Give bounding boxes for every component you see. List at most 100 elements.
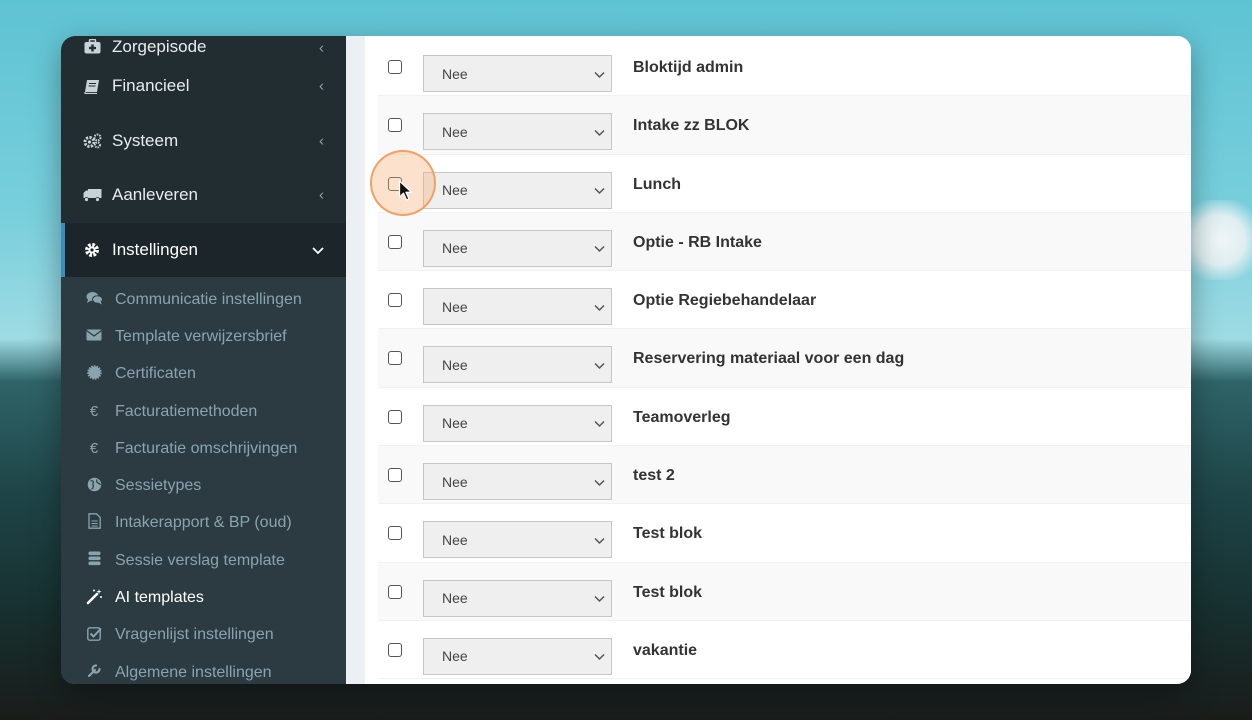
row-select[interactable]: Nee (423, 229, 612, 267)
submenu-item-label: Facturatie omschrijvingen (115, 439, 298, 457)
globe-icon (85, 477, 103, 496)
chevron-left-icon: ‹ (319, 77, 324, 95)
chevron-down-icon (594, 591, 605, 606)
row-select[interactable]: Nee (423, 579, 612, 617)
gears-icon (82, 132, 102, 150)
content-panel: Nee Bloktijd admin Nee Intake zz BLOK Ne… (365, 36, 1191, 684)
chevron-down-icon (594, 299, 605, 314)
submenu-item-intakerapport[interactable]: Intakerapport & BP (oud) (61, 505, 346, 542)
chevron-down-icon (594, 474, 605, 489)
row-label: Reservering materiaal voor een dag (633, 350, 905, 368)
submenu-item-communicatie[interactable]: Communicatie instellingen (61, 281, 346, 318)
submenu-item-facturatie-omschrijvingen[interactable]: € Facturatie omschrijvingen (61, 430, 346, 467)
row-select[interactable]: Nee (423, 113, 612, 151)
row-checkbox[interactable] (388, 60, 402, 74)
row-checkbox[interactable] (388, 584, 402, 599)
submenu-item-sessietypes[interactable]: Sessietypes (61, 467, 346, 504)
select-value: Nee (442, 648, 468, 665)
submenu-item-label: Vragenlijst instellingen (115, 626, 274, 644)
submenu-item-algemene-instellingen[interactable]: Algemene instellingen (61, 654, 346, 684)
sidebar-item-financieel[interactable]: Financieel ‹ (61, 59, 346, 114)
row-label: Test blok (633, 525, 703, 543)
submenu-item-label: Algemene instellingen (115, 663, 272, 681)
table-row: Nee Teamoverleg (378, 388, 1191, 447)
euro-icon: € (89, 440, 99, 458)
row-checkbox[interactable] (388, 526, 402, 541)
table-row: Nee Intake zz BLOK (378, 96, 1191, 155)
row-checkbox[interactable] (388, 351, 402, 366)
submenu-item-facturatiemethoden[interactable]: € Facturatiemethoden (61, 393, 346, 430)
select-value: Nee (442, 123, 468, 140)
row-checkbox[interactable] (388, 468, 402, 483)
row-select[interactable]: Nee (423, 463, 612, 501)
file-icon (85, 513, 103, 533)
submenu-item-template-verwijzersbrief[interactable]: Template verwijzersbrief (61, 318, 346, 355)
select-value: Nee (442, 65, 468, 82)
chevron-down-icon (594, 357, 605, 372)
select-value: Nee (442, 473, 468, 490)
chevron-left-icon: ‹ (319, 39, 324, 57)
submenu-item-label: Facturatiemethoden (115, 402, 258, 420)
chevron-down-icon (312, 241, 324, 258)
comments-icon (85, 291, 103, 309)
submenu-item-sessie-verslag-template[interactable]: Sessie verslag template (61, 542, 346, 579)
mouse-cursor-icon (398, 180, 413, 201)
sidebar-item-aanleveren[interactable]: Aanleveren ‹ (61, 168, 346, 223)
row-label: Lunch (633, 175, 681, 193)
sidebar-main-menu: Zorgepisode ‹ Financieel ‹ Systeem ‹ Aan… (61, 36, 346, 684)
chevron-down-icon (594, 649, 605, 664)
gear-icon (82, 241, 102, 259)
row-label: Optie Regiebehandelaar (633, 292, 817, 310)
table-row: Nee Test blok (378, 562, 1191, 621)
submenu-item-label: Template verwijzersbrief (115, 327, 287, 345)
row-select[interactable]: Nee (423, 288, 612, 326)
row-label: Test blok (633, 583, 703, 601)
chevron-down-icon (594, 183, 605, 198)
row-checkbox[interactable] (388, 642, 402, 657)
table-row: Nee vakantie (378, 621, 1191, 680)
main-content: Nee Bloktijd admin Nee Intake zz BLOK Ne… (346, 36, 1191, 684)
submenu-item-vragenlijst-instellingen[interactable]: Vragenlijst instellingen (61, 617, 346, 654)
app-window: Zorgepisode ‹ Financieel ‹ Systeem ‹ Aan… (61, 36, 1191, 684)
row-checkbox[interactable] (388, 293, 402, 308)
select-value: Nee (442, 415, 468, 432)
row-label: Intake zz BLOK (633, 117, 750, 135)
row-select[interactable]: Nee (423, 55, 612, 92)
row-select[interactable]: Nee (423, 346, 612, 384)
sidebar-item-label: Systeem (112, 130, 179, 150)
row-checkbox[interactable] (388, 234, 402, 249)
row-select[interactable]: Nee (423, 171, 612, 209)
sidebar-item-instellingen[interactable]: Instellingen (61, 222, 346, 277)
euro-icon: € (89, 403, 99, 421)
submenu-item-certificaten[interactable]: Certificaten (61, 356, 346, 393)
submenu-item-label: Communicatie instellingen (115, 290, 302, 308)
row-select[interactable]: Nee (423, 404, 612, 442)
submenu-item-label: AI templates (115, 589, 204, 607)
medkit-icon (82, 37, 102, 55)
submenu-item-label: Sessietypes (115, 477, 202, 495)
settings-submenu: Communicatie instellingen Template verwi… (61, 277, 346, 684)
magic-wand-icon (85, 588, 103, 609)
row-checkbox[interactable] (388, 118, 402, 133)
sidebar: Zorgepisode ‹ Financieel ‹ Systeem ‹ Aan… (61, 36, 346, 684)
table-row: Nee Optie - RB Intake (378, 212, 1191, 272)
envelope-icon (85, 328, 103, 345)
select-value: Nee (442, 590, 468, 607)
row-select[interactable]: Nee (423, 521, 612, 559)
sidebar-item-label: Financieel (112, 76, 190, 96)
sidebar-item-label: Instellingen (112, 239, 199, 259)
chevron-down-icon (594, 66, 605, 81)
sidebar-item-zorgepisode[interactable]: Zorgepisode ‹ (61, 36, 346, 59)
table-row: Nee Lunch (378, 155, 1191, 213)
sidebar-item-label: Zorgepisode (112, 37, 207, 56)
chevron-down-icon (594, 416, 605, 431)
chevron-down-icon (594, 532, 605, 547)
row-label: test 2 (633, 467, 675, 485)
sidebar-item-systeem[interactable]: Systeem ‹ (61, 114, 346, 169)
database-icon (85, 551, 103, 570)
truck-icon (82, 186, 102, 204)
row-checkbox[interactable] (388, 409, 402, 424)
table-row: Nee Reservering materiaal voor een dag (378, 329, 1191, 388)
row-select[interactable]: Nee (423, 637, 612, 675)
submenu-item-ai-templates[interactable]: AI templates (61, 579, 346, 616)
